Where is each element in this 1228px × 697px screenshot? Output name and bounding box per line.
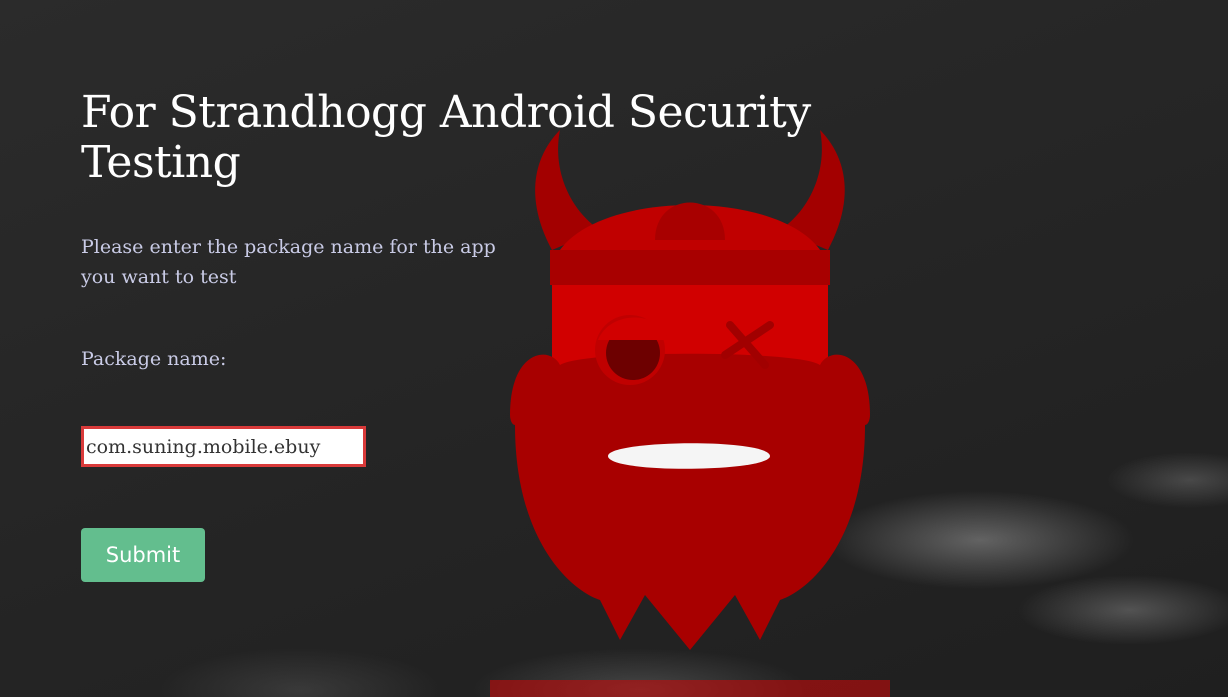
main-content: For Strandhogg Android Security Testing …	[81, 88, 841, 582]
package-name-input[interactable]	[81, 426, 366, 467]
submit-button[interactable]: Submit	[81, 528, 205, 582]
intro-text: Please enter the package name for the ap…	[81, 236, 496, 288]
page-title: For Strandhogg Android Security Testing	[81, 87, 811, 188]
package-name-label: Package name:	[81, 348, 227, 370]
package-input-wrapper	[81, 426, 841, 467]
